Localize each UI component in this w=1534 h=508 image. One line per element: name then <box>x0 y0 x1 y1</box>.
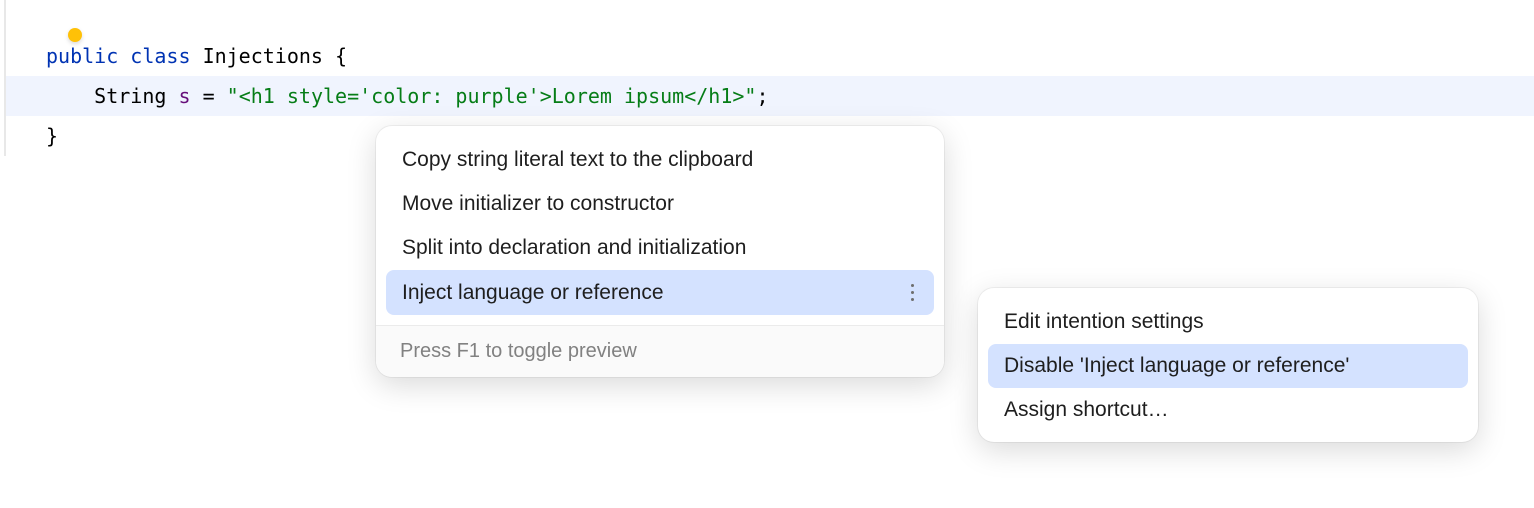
menu-item-move-initializer[interactable]: Move initializer to constructor <box>386 182 934 226</box>
more-options-icon[interactable] <box>907 280 918 305</box>
menu-item-label: Assign shortcut… <box>1004 398 1169 422</box>
menu-item-label: Edit intention settings <box>1004 310 1204 334</box>
menu-item-label: Split into declaration and initializatio… <box>402 236 746 260</box>
keyword-class: class <box>130 44 190 68</box>
string-literal: "<h1 style='color: purple'>Lorem ipsum</… <box>227 84 757 108</box>
submenu-item-assign-shortcut[interactable]: Assign shortcut… <box>988 388 1468 432</box>
variable-name: s <box>178 84 190 108</box>
type-name: String <box>94 84 166 108</box>
menu-item-copy-string[interactable]: Copy string literal text to the clipboar… <box>386 138 934 182</box>
intention-bulb-icon[interactable] <box>68 28 86 46</box>
class-name: Injections <box>203 44 323 68</box>
menu-item-label: Copy string literal text to the clipboar… <box>402 148 753 172</box>
menu-item-label: Inject language or reference <box>402 281 664 305</box>
menu-item-label: Move initializer to constructor <box>402 192 674 216</box>
menu-item-inject-language[interactable]: Inject language or reference <box>386 270 934 315</box>
intention-submenu-popup: Edit intention settings Disable 'Inject … <box>978 288 1478 442</box>
submenu-list: Edit intention settings Disable 'Inject … <box>978 288 1478 442</box>
code-line-2[interactable]: String s = "<h1 style='color: purple'>Lo… <box>6 76 1534 116</box>
semicolon: ; <box>756 84 768 108</box>
operator-equals: = <box>203 84 215 108</box>
menu-item-label: Disable 'Inject language or reference' <box>1004 354 1349 378</box>
brace-open: { <box>335 44 347 68</box>
submenu-item-disable-inject[interactable]: Disable 'Inject language or reference' <box>988 344 1468 388</box>
intention-actions-popup: Copy string literal text to the clipboar… <box>376 126 944 377</box>
intention-menu-list: Copy string literal text to the clipboar… <box>376 126 944 325</box>
code-line-1[interactable]: public class Injections { <box>6 36 1534 76</box>
brace-close: } <box>46 124 58 148</box>
menu-item-split-declaration[interactable]: Split into declaration and initializatio… <box>386 226 934 270</box>
keyword-public: public <box>46 44 118 68</box>
popup-footer-hint: Press F1 to toggle preview <box>376 325 944 377</box>
indent <box>46 84 94 108</box>
submenu-item-edit-settings[interactable]: Edit intention settings <box>988 300 1468 344</box>
